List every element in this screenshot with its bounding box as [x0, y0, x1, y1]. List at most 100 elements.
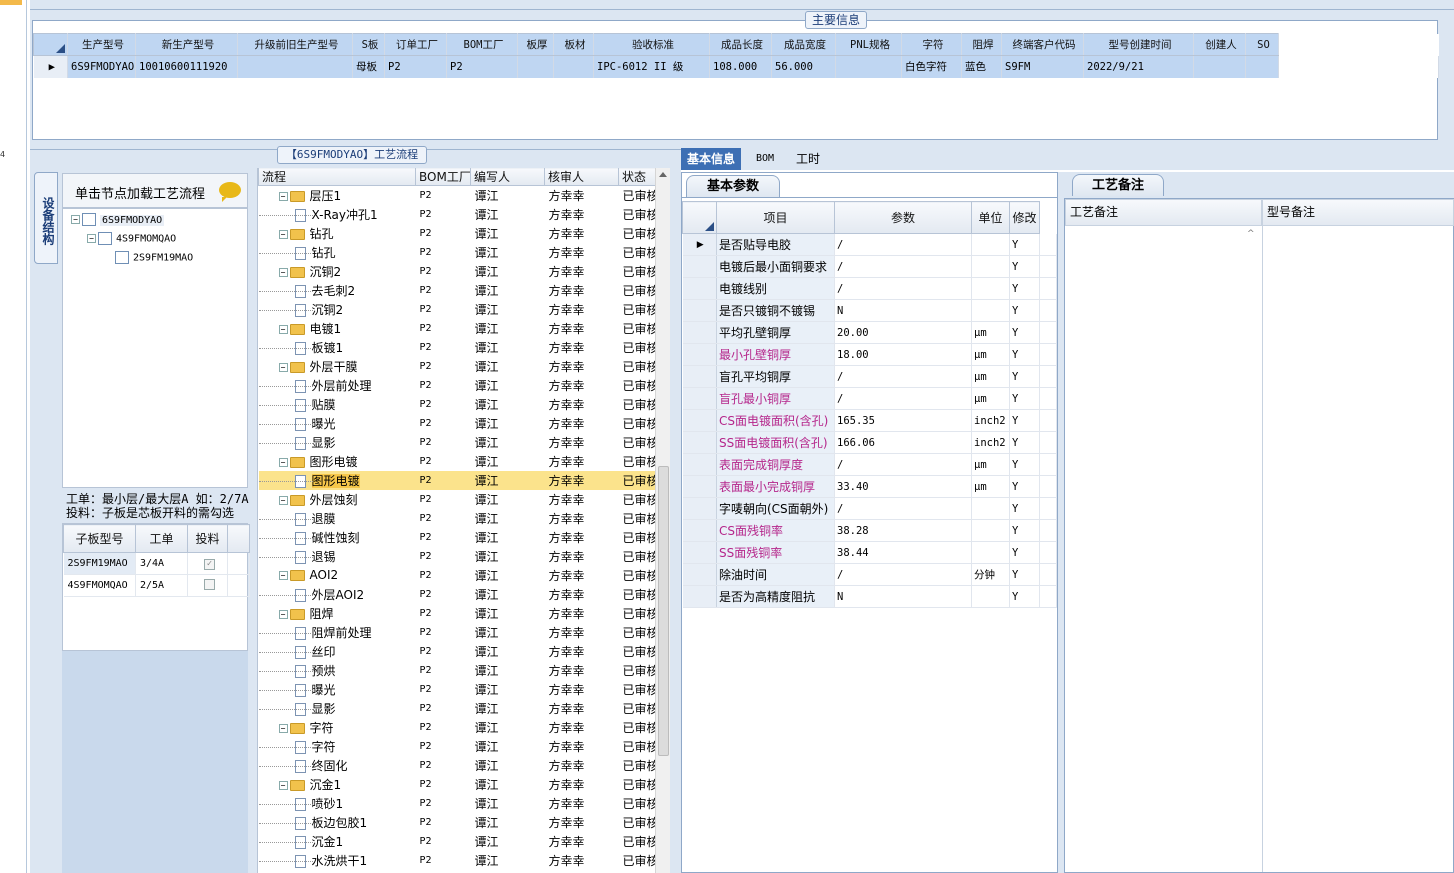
bom-factory-cell[interactable]: P2	[416, 243, 471, 262]
basic-col-header[interactable]: 修改	[1009, 201, 1040, 234]
main-col-header[interactable]: 成品宽度	[771, 33, 836, 56]
row-indicator-icon[interactable]	[682, 475, 717, 498]
param-value[interactable]: /	[834, 255, 972, 278]
writer-cell[interactable]: 谭江	[471, 870, 545, 873]
writer-cell[interactable]: 谭江	[471, 756, 545, 775]
writer-cell[interactable]: 谭江	[471, 319, 545, 338]
reviewer-cell[interactable]: 方幸幸	[545, 414, 619, 433]
collapse-icon[interactable]: −	[278, 609, 288, 619]
main-col-header[interactable]: 升级前旧生产型号	[237, 33, 353, 56]
process-scrollbar[interactable]	[655, 168, 670, 873]
main-cell[interactable]	[237, 55, 353, 78]
status-cell[interactable]: 已审核	[619, 490, 657, 509]
grid-corner[interactable]	[682, 201, 717, 234]
table-row[interactable]: − 外层蚀刻 P2 谭江 方幸幸 已审核	[259, 490, 657, 509]
collapse-icon[interactable]: −	[278, 324, 288, 334]
speech-bubble-icon[interactable]	[219, 182, 241, 202]
status-cell[interactable]: 已审核	[619, 718, 657, 737]
sub-model-cell[interactable]: 4S9FMOMQAO	[63, 574, 136, 597]
table-row[interactable]: − 图形电镀 P2 谭江 方幸幸 已审核	[259, 452, 657, 471]
table-row[interactable]: CS面残铜率 38.28 Y	[682, 519, 1057, 542]
reviewer-cell[interactable]	[545, 870, 619, 873]
process-col-header[interactable]: BOM工厂	[415, 168, 471, 186]
param-unit[interactable]: μm	[971, 387, 1010, 410]
collapse-icon[interactable]: −	[278, 267, 288, 277]
param-modify[interactable]: Y	[1009, 277, 1040, 300]
reviewer-cell[interactable]: 方幸幸	[545, 813, 619, 832]
status-cell[interactable]: 已审核	[619, 243, 657, 262]
reviewer-cell[interactable]: 方幸幸	[545, 756, 619, 775]
param-unit[interactable]: inch2	[971, 431, 1010, 454]
status-cell[interactable]: 已审核	[619, 832, 657, 851]
status-cell[interactable]: 已审核	[619, 604, 657, 623]
status-cell[interactable]: 已审核	[619, 414, 657, 433]
status-cell[interactable]: 已审核	[619, 737, 657, 756]
param-value[interactable]: N	[834, 585, 972, 608]
reviewer-cell[interactable]: 方幸幸	[545, 661, 619, 680]
main-col-header[interactable]: S板	[352, 33, 385, 56]
param-value[interactable]: 33.40	[834, 475, 972, 498]
main-col-header[interactable]: 板材	[553, 33, 594, 56]
param-value[interactable]: /	[834, 387, 972, 410]
reviewer-cell[interactable]: 方幸幸	[545, 376, 619, 395]
table-row[interactable]: − 电镀1 P2 谭江 方幸幸 已审核	[259, 319, 657, 338]
status-cell[interactable]: 已编写	[619, 870, 657, 873]
bom-factory-cell[interactable]: P2	[416, 566, 471, 585]
row-indicator-icon[interactable]	[682, 387, 717, 410]
table-row[interactable]: 曝光 P2 谭江 方幸幸 已审核	[258, 414, 657, 433]
param-value[interactable]: 165.35	[834, 409, 972, 432]
param-unit[interactable]	[971, 255, 1010, 278]
table-row[interactable]: 电镀线别 / Y	[682, 277, 1057, 300]
writer-cell[interactable]: 谭江	[471, 205, 545, 224]
feed-checkbox[interactable]: ✓	[204, 558, 215, 570]
reviewer-cell[interactable]: 方幸幸	[545, 300, 619, 319]
table-row[interactable]: − 阻焊 P2 谭江 方幸幸 已审核	[259, 604, 657, 623]
table-row[interactable]: SS面残铜率 38.44 Y	[682, 541, 1057, 564]
reviewer-cell[interactable]: 方幸幸	[545, 357, 619, 376]
main-cell[interactable]	[517, 55, 554, 78]
param-modify[interactable]: Y	[1009, 585, 1040, 608]
reviewer-cell[interactable]: 方幸幸	[545, 832, 619, 851]
writer-cell[interactable]: 谭江	[471, 566, 545, 585]
basic-col-header[interactable]: 项目	[716, 201, 835, 234]
bom-factory-cell[interactable]: P2	[416, 262, 471, 281]
status-cell[interactable]: 已审核	[619, 262, 657, 281]
sub-model-cell[interactable]: 2S9FM19MAO	[63, 552, 136, 575]
bom-factory-cell[interactable]: P2	[416, 528, 471, 547]
param-unit[interactable]	[971, 233, 1010, 256]
param-modify[interactable]: Y	[1009, 409, 1040, 432]
param-unit[interactable]	[971, 299, 1010, 322]
status-cell[interactable]: 已审核	[619, 205, 657, 224]
status-cell[interactable]: 已审核	[619, 585, 657, 604]
bom-factory-cell[interactable]: P2	[416, 490, 471, 509]
status-cell[interactable]: 已审核	[619, 186, 657, 205]
table-row[interactable]: 盲孔最小铜厚 / μm Y	[682, 387, 1057, 410]
main-col-header[interactable]: 生产型号	[67, 33, 136, 56]
main-col-header[interactable]: SO	[1245, 33, 1279, 56]
param-item[interactable]: 电镀后最小面铜要求	[716, 255, 835, 278]
reviewer-cell[interactable]: 方幸幸	[545, 490, 619, 509]
param-modify[interactable]: Y	[1009, 365, 1040, 388]
row-indicator-icon[interactable]	[682, 255, 717, 278]
col-header[interactable]: 工单	[135, 524, 188, 553]
bom-factory-cell[interactable]: P2	[416, 718, 471, 737]
main-col-header[interactable]: 板厚	[517, 33, 554, 56]
status-cell[interactable]: 已审核	[619, 566, 657, 585]
main-col-header[interactable]: 订单工厂	[384, 33, 447, 56]
status-cell[interactable]: 已审核	[619, 357, 657, 376]
writer-cell[interactable]: 谭江	[471, 433, 545, 452]
bom-factory-cell[interactable]: P2	[416, 661, 471, 680]
basic-col-header[interactable]: 单位	[971, 201, 1010, 234]
param-item[interactable]: 电镀线别	[716, 277, 835, 300]
sub-order-cell[interactable]: 3/4A	[135, 552, 188, 575]
bom-factory-cell[interactable]: P2	[416, 680, 471, 699]
status-cell[interactable]: 已审核	[619, 433, 657, 452]
main-cell[interactable]: 6S9FMODYAO	[67, 55, 136, 78]
writer-cell[interactable]: 谭江	[471, 338, 545, 357]
bom-factory-cell[interactable]: P2	[416, 813, 471, 832]
param-modify[interactable]: Y	[1009, 431, 1040, 454]
main-col-header[interactable]: 验收标准	[593, 33, 710, 56]
writer-cell[interactable]: 谭江	[471, 737, 545, 756]
row-indicator-icon[interactable]	[682, 541, 717, 564]
param-item[interactable]: CS面电镀面积(含孔)	[716, 409, 835, 432]
